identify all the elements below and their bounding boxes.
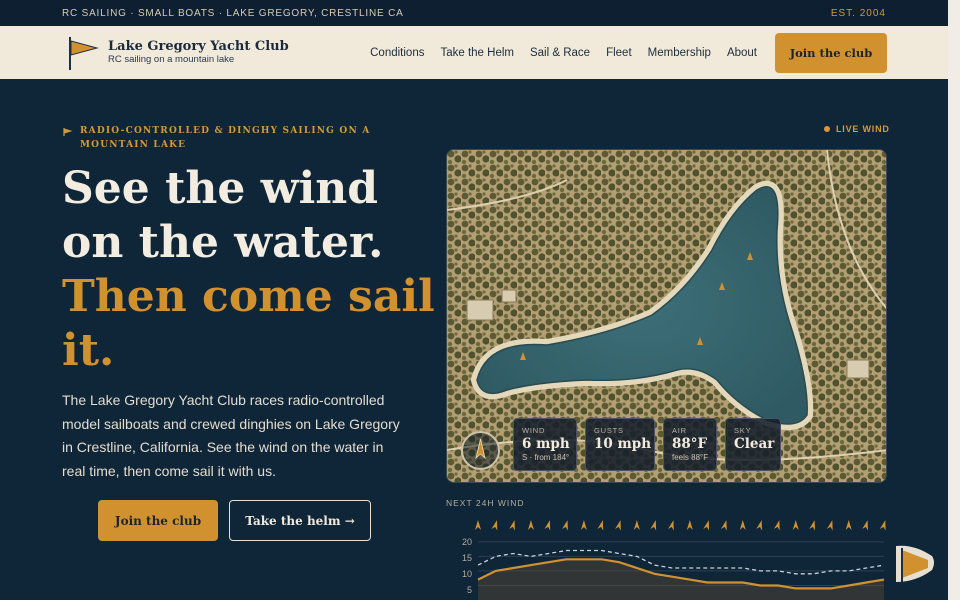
floating-pennant-button[interactable] (894, 542, 936, 586)
nav-fleet[interactable]: Fleet (606, 47, 632, 59)
wind-direction-arrow-icon (633, 520, 640, 530)
wind-direction-arrow-icon (703, 520, 710, 531)
wind-direction-arrow-icon (527, 520, 534, 530)
gusts-label: GUSTS (594, 426, 624, 435)
join-club-button[interactable]: Join the club (98, 500, 218, 541)
club-logo[interactable]: Lake Gregory Yacht Club RC sailing on a … (66, 35, 289, 71)
wind-direction-arrow-icon (491, 520, 498, 531)
y-tick-15: 15 (462, 553, 472, 563)
headline-line-1: See the wind on the water. (62, 163, 384, 268)
y-tick-20: 20 (462, 537, 472, 547)
nav-about[interactable]: About (727, 47, 757, 59)
club-tagline: RC sailing on a mountain lake (108, 54, 235, 65)
wind-direction-arrow-icon (667, 520, 674, 531)
gusts-card: GUSTS 10 mph (585, 418, 655, 471)
wind-direction-arrow-icon (826, 520, 833, 531)
hero-eyebrow: RADIO-CONTROLLED & DINGHY SAILING ON A M… (63, 124, 408, 152)
wind-direction-arrow-icon (845, 520, 852, 530)
club-name: Lake Gregory Yacht Club (108, 39, 289, 54)
y-tick-5: 5 (467, 585, 472, 595)
nav-sail-race[interactable]: Sail & Race (530, 47, 590, 59)
air-feels-like: feels 88°F (672, 453, 709, 462)
air-card: AIR 88°F feels 88°F (663, 418, 717, 471)
wind-direction-arrow-icon (739, 520, 746, 530)
gusts-value: 10 mph (594, 436, 652, 452)
wind-direction-arrow-icon (509, 520, 515, 531)
wind-label: WIND (522, 426, 546, 435)
site-header: Lake Gregory Yacht Club RC sailing on a … (0, 26, 948, 79)
wind-direction-arrow-icon (792, 520, 799, 530)
wind-direction-arrow-icon (879, 520, 886, 531)
air-label: AIR (672, 426, 687, 435)
compass-arrow-icon (475, 438, 486, 460)
live-wind-indicator: LIVE WIND (824, 124, 890, 134)
location-strip: RC SAILING · SMALL BOATS · LAKE GREGORY,… (62, 7, 404, 19)
wind-direction-arrow-icon (686, 520, 693, 530)
wind-direction-arrow-icon (580, 520, 587, 530)
wind-direction-arrow-icon (597, 520, 604, 531)
wind-direction-arrow-icon (562, 520, 568, 531)
top-info-bar: RC SAILING · SMALL BOATS · LAKE GREGORY,… (0, 0, 948, 26)
wind-direction-arrow-icon (756, 520, 763, 531)
wind-direction-arrow-icon (650, 520, 657, 531)
wind-direction: S · from 184° (522, 453, 570, 462)
live-wind-label: LIVE WIND (836, 124, 890, 134)
nav-membership[interactable]: Membership (648, 47, 711, 59)
wind-direction-arrow-icon (720, 520, 727, 531)
wind-direction-arrow-icon (773, 520, 780, 531)
wind-card: WIND 6 mph S · from 184° (513, 418, 577, 471)
wind-direction-arrow-icon (544, 520, 551, 531)
main-nav: Conditions Take the Helm Sail & Race Fle… (370, 47, 757, 59)
pennant-flag-icon (69, 36, 99, 70)
compass-widget (461, 431, 500, 470)
sky-label: SKY (734, 426, 752, 435)
nav-take-the-helm[interactable]: Take the Helm (440, 47, 514, 59)
sky-value: Clear (734, 436, 775, 452)
y-tick-10: 10 (462, 569, 472, 579)
established-label: EST. 2004 (830, 7, 886, 19)
sky-card: SKY Clear (725, 418, 781, 471)
wind-direction-arrow-icon (809, 520, 815, 531)
eyebrow-text: RADIO-CONTROLLED & DINGHY SAILING ON A M… (80, 126, 371, 150)
page-scrollbar[interactable] (948, 0, 960, 600)
wind-value: 6 mph (522, 436, 570, 452)
take-the-helm-button[interactable]: Take the helm → (229, 500, 371, 541)
wind-forecast-chart: 20 15 10 5 (462, 520, 886, 600)
air-value: 88°F (672, 436, 708, 452)
headline-line-2: Then come sail it. (62, 271, 435, 376)
small-flag-icon (63, 128, 73, 136)
hero-headline: See the wind on the water. Then come sai… (62, 162, 442, 378)
wind-direction-arrow-icon (615, 520, 621, 531)
join-club-header-button[interactable]: Join the club (775, 32, 887, 73)
wind-area (478, 559, 884, 600)
live-dot-icon (824, 126, 830, 132)
forecast-label: NEXT 24H WIND (446, 498, 525, 508)
wind-direction-arrow-icon (862, 520, 868, 531)
nav-conditions[interactable]: Conditions (370, 47, 424, 59)
hero-description: The Lake Gregory Yacht Club races radio-… (62, 392, 400, 479)
wind-direction-arrow-icon (475, 520, 481, 530)
